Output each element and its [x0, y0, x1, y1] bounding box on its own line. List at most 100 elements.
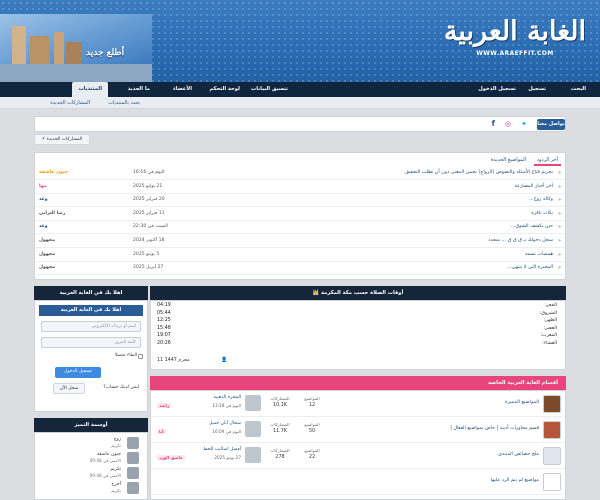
last-post-title[interactable]: أفضل اساليب للخط: [181, 447, 241, 452]
brand-url: WWW.ARAEFFIT.COM: [476, 50, 554, 57]
temple-shape: [30, 36, 50, 66]
topic-row[interactable]: » وكالة روح... 20 فبراير 2025 وعد: [35, 194, 565, 208]
forum-title[interactable]: مواضيع لم يتم الرد عليها: [491, 478, 539, 483]
topic-row[interactable]: » سجل دخولك بـ ق ق ق ... متجدد 18 أكتوبر 2…: [35, 235, 565, 248]
subnav-search-forums[interactable]: بحث بالمنتديات: [108, 97, 140, 109]
topic-title[interactable]: حين يكشف الشوق...: [511, 224, 553, 229]
prayer-header: 🕌 أوقات الصلاة حسب مكة المكرمة: [150, 286, 566, 300]
forum-icon[interactable]: [543, 473, 561, 491]
topic-user[interactable]: رضا الترابي: [39, 211, 65, 216]
last-post-date: اليوم في 13:28: [212, 403, 241, 408]
last-poster-avatar[interactable]: [245, 421, 261, 437]
last-post-user[interactable]: عاشق الورد: [157, 455, 185, 460]
nav-whats-new[interactable]: ما الجديد: [128, 82, 150, 97]
header-logo-image[interactable]: [0, 14, 152, 82]
topic-title[interactable]: همسات نسمة: [525, 252, 553, 257]
topic-title[interactable]: المحبرة التي لا تنتهي...: [507, 265, 553, 270]
nav-search[interactable]: البحث: [571, 82, 586, 97]
topic-user[interactable]: مها: [39, 184, 47, 189]
topic-title[interactable]: آخر أخبار المصارعة: [515, 184, 553, 189]
topic-user[interactable]: مجهول: [39, 238, 55, 243]
last-post-user[interactable]: راشد: [157, 403, 172, 408]
hijri-date: 11 محرم 1447: [157, 358, 190, 363]
topic-row[interactable]: » المحبرة التي لا تنتهي... 27 أبريل 2025 مج…: [35, 262, 565, 276]
prayer-label: الشروق:: [539, 310, 557, 316]
nav-forums[interactable]: المنتديات: [72, 82, 108, 97]
topic-title[interactable]: تحريم فتاح الأسئلة والنصوص (الزواج) تحمي…: [405, 170, 553, 175]
last-post-user[interactable]: أنا: [157, 429, 166, 434]
forum-row[interactable]: المواضيع المميزة المواضيع 12 المشاركات 10.1K…: [151, 391, 565, 417]
login-button[interactable]: تسجيل الدخول: [55, 367, 101, 378]
prayer-label: المغرب:: [540, 333, 557, 339]
main-nav: المنتديات ما الجديد الأعضاء لوحة التحكم …: [0, 82, 600, 97]
forum-row[interactable]: ملخ حصائص المنتدى المواضيع 22 المشاركات 278 أ…: [151, 443, 565, 469]
last-post-title[interactable]: المجرة الذهبية: [181, 395, 241, 400]
brand-logo[interactable]: الغابة العربية WWW.ARAEFFIT.COM: [444, 16, 587, 57]
subnav-new-posts[interactable]: المشاركات الجديدة: [50, 97, 90, 109]
award-avatar[interactable]: [127, 437, 139, 449]
topics-label: المواضيع: [304, 422, 320, 427]
username-input[interactable]: اسم أو بريدك الإلكتروني: [41, 321, 141, 332]
forum-title[interactable]: ملخ حصائص المنتدى: [498, 452, 539, 457]
award-sub: الأمس في 09:48: [89, 458, 121, 463]
topic-row[interactable]: » نكات نافرة 11 فبراير 2025 رضا الترابي: [35, 208, 565, 221]
topic-date: 27 أبريل 2025: [133, 265, 164, 271]
tab-new-topics[interactable]: المواضيع الجديدة: [488, 156, 529, 164]
forum-title[interactable]: قسم محاورات أدبية | خاص بمواضيع الفعال |: [450, 426, 539, 431]
bullet-icon: »: [557, 238, 561, 244]
nav-login[interactable]: تسجيل الدخول: [478, 82, 516, 97]
last-poster-avatar[interactable]: [245, 395, 261, 411]
nav-data-format[interactable]: تنسيق البيانات: [251, 82, 288, 97]
nav-members[interactable]: الأعضاء: [173, 82, 192, 97]
forum-icon[interactable]: [543, 421, 561, 439]
award-name[interactable]: تكريم: [110, 467, 121, 472]
topics-count: 22: [308, 455, 316, 460]
topic-row[interactable]: » حين يكشف الشوق... السبت في 22:30 وعد: [35, 221, 565, 235]
award-avatar[interactable]: [127, 452, 139, 464]
new-posts-button[interactable]: ⚡ المشاركات الجديدة: [34, 134, 90, 145]
topic-user[interactable]: مجهول: [39, 252, 55, 257]
instagram-icon[interactable]: ◎: [505, 120, 511, 128]
award-avatar[interactable]: [127, 467, 139, 479]
topic-title[interactable]: نكات نافرة: [531, 211, 553, 216]
nav-control-panel[interactable]: لوحة التحكم: [209, 82, 240, 97]
bullet-icon: »: [557, 197, 561, 204]
topic-date: 5 يونيو 2025: [133, 251, 160, 257]
twitter-icon[interactable]: ✦: [521, 120, 527, 128]
nav-register[interactable]: تسجيل: [528, 82, 546, 97]
prayer-time: 04:19: [157, 303, 171, 308]
forum-row[interactable]: مواضيع لم يتم الرد عليها: [151, 469, 565, 495]
posts-label: المشاركات: [270, 396, 290, 401]
last-poster-avatar[interactable]: [245, 447, 261, 463]
posts-label: المشاركات: [270, 422, 290, 427]
register-button[interactable]: سجل الآن: [53, 383, 85, 394]
topic-user[interactable]: مجهول: [39, 265, 55, 270]
prayer-label: الظهر:: [543, 318, 557, 324]
remember-checkbox[interactable]: [138, 354, 143, 359]
facebook-icon[interactable]: f: [492, 119, 495, 128]
bullet-icon: »: [557, 170, 561, 176]
prayer-label: الفجر:: [544, 303, 557, 308]
password-input[interactable]: كلمة المرور: [41, 337, 141, 348]
award-name[interactable]: زوج: [114, 437, 121, 442]
topic-title[interactable]: وكالة روح...: [529, 197, 553, 202]
topic-row[interactable]: » تحريم فتاح الأسئلة والنصوص (الزواج) تحم…: [35, 167, 565, 180]
forum-icon[interactable]: [543, 395, 561, 413]
topic-user[interactable]: وعد: [39, 197, 48, 202]
award-name[interactable]: جنون عاشقة: [97, 452, 121, 457]
sub-nav: المشاركات الجديدة بحث بالمنتديات: [0, 97, 600, 109]
award-avatar[interactable]: [127, 482, 139, 494]
award-sub: تكريم: [111, 488, 121, 493]
tab-latest-replies[interactable]: آخر الردود: [533, 156, 561, 166]
topic-row[interactable]: » همسات نسمة 5 يونيو 2025 مجهول: [35, 249, 565, 262]
forum-icon[interactable]: [543, 447, 561, 465]
topic-user[interactable]: جنون عاشقة: [39, 170, 68, 175]
last-post-title[interactable]: سجال آنان جميل: [181, 421, 241, 426]
forum-row[interactable]: قسم محاورات أدبية | خاص بمواضيع الفعال |…: [151, 417, 565, 443]
topic-title[interactable]: سجل دخولك بـ ق ق ق ... متجدد: [488, 238, 553, 243]
topic-row[interactable]: » آخر أخبار المصارعة 21 يوليو 2025 مها: [35, 181, 565, 194]
award-name[interactable]: آخرج: [111, 482, 121, 487]
forum-title[interactable]: المواضيع المميزة: [505, 400, 539, 405]
prayer-time: 19:07: [157, 333, 171, 339]
topic-user[interactable]: وعد: [39, 224, 48, 229]
